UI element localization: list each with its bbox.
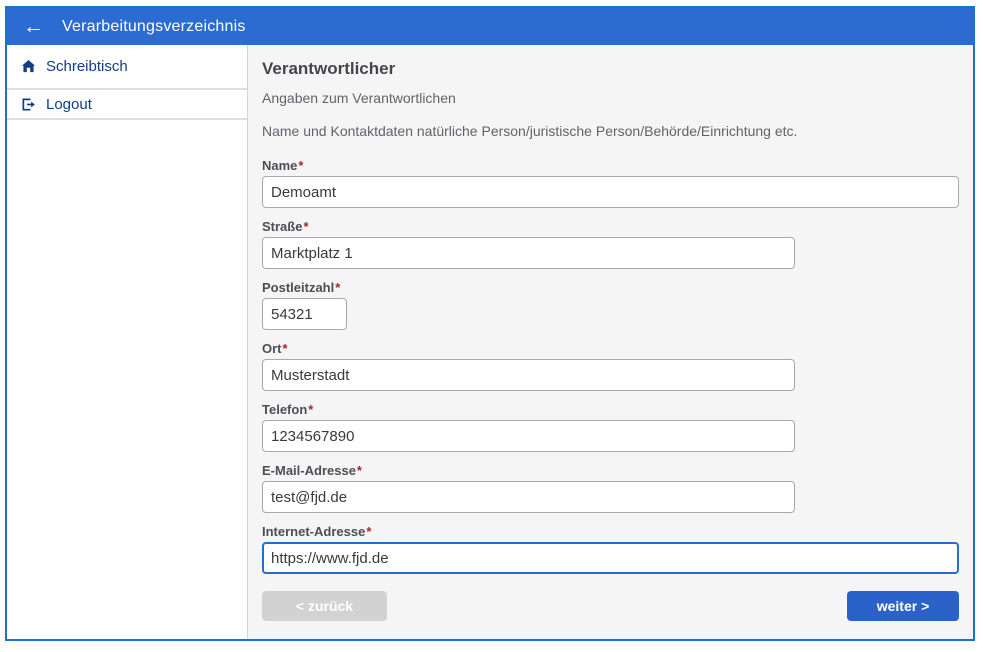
required-asterisk: * (335, 280, 340, 295)
form-title: Verantwortlicher (262, 59, 959, 79)
page-title: Verarbeitungsverzeichnis (62, 18, 246, 36)
logout-icon (21, 97, 36, 112)
home-icon (21, 59, 36, 74)
required-asterisk: * (308, 402, 313, 417)
field-label: Straße* (262, 219, 959, 234)
form-field-telefon: Telefon* (262, 402, 959, 452)
internet-input[interactable] (262, 542, 959, 574)
back-arrow-icon[interactable]: ← (21, 16, 46, 37)
sidebar-item-label: Schreibtisch (46, 58, 128, 75)
field-label: Postleitzahl* (262, 280, 959, 295)
next-button[interactable]: weiter > (847, 591, 959, 621)
postleitzahl-input[interactable] (262, 298, 347, 330)
app-body: Schreibtisch Logout Verantwortlicher Ang… (7, 45, 973, 639)
form-description: Name und Kontaktdaten natürliche Person/… (262, 123, 959, 139)
form-actions: < zurück weiter > (262, 591, 959, 621)
form-field-ort: Ort* (262, 341, 959, 391)
required-asterisk: * (303, 219, 308, 234)
required-asterisk: * (366, 524, 371, 539)
required-asterisk: * (298, 158, 303, 173)
form-field-postleitzahl: Postleitzahl* (262, 280, 959, 330)
required-asterisk: * (357, 463, 362, 478)
app-window: ← Verarbeitungsverzeichnis Schreibtisch (5, 6, 975, 641)
back-button[interactable]: < zurück (262, 591, 387, 621)
email-input[interactable] (262, 481, 795, 513)
form-field-email: E-Mail-Adresse* (262, 463, 959, 513)
ort-input[interactable] (262, 359, 795, 391)
form-field-strasse: Straße* (262, 219, 959, 269)
form-subtitle: Angaben zum Verantwortlichen (262, 90, 959, 106)
field-label: Telefon* (262, 402, 959, 417)
form-fields: Name* Straße* Postleitzahl* Ort* Telefon… (262, 158, 959, 574)
top-bar: ← Verarbeitungsverzeichnis (7, 8, 973, 45)
sidebar-item-schreibtisch[interactable]: Schreibtisch (7, 45, 247, 90)
required-asterisk: * (283, 341, 288, 356)
field-label: Ort* (262, 341, 959, 356)
form-field-name: Name* (262, 158, 959, 208)
main-panel: Verantwortlicher Angaben zum Verantwortl… (248, 45, 973, 639)
name-input[interactable] (262, 176, 959, 208)
field-label: E-Mail-Adresse* (262, 463, 959, 478)
strasse-input[interactable] (262, 237, 795, 269)
form-field-internet: Internet-Adresse* (262, 524, 959, 574)
sidebar-item-label: Logout (46, 96, 92, 113)
sidebar: Schreibtisch Logout (7, 45, 248, 639)
sidebar-item-logout[interactable]: Logout (7, 90, 247, 120)
field-label: Internet-Adresse* (262, 524, 959, 539)
telefon-input[interactable] (262, 420, 795, 452)
field-label: Name* (262, 158, 959, 173)
